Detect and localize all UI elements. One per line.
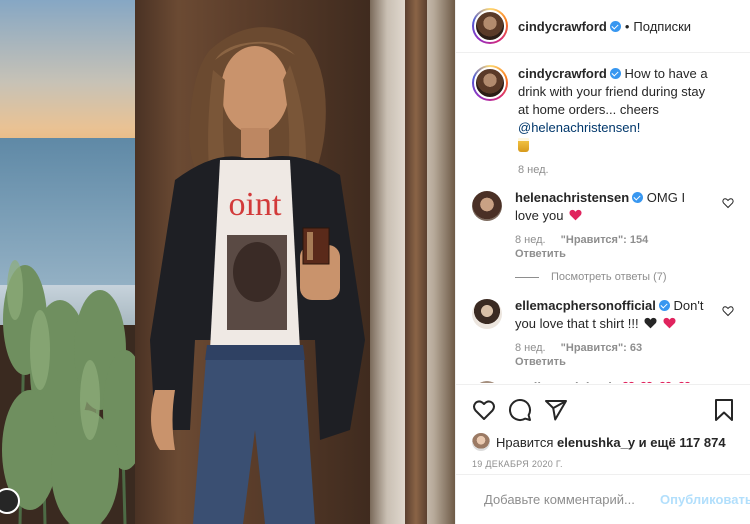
- share-icon[interactable]: [544, 398, 568, 422]
- liker-username[interactable]: elenushka_y: [557, 435, 635, 450]
- commenter-avatar[interactable]: [472, 381, 502, 383]
- svg-text:oint: oint: [229, 186, 282, 223]
- following-button[interactable]: Подписки: [633, 19, 691, 34]
- commenter-avatar[interactable]: [472, 299, 502, 329]
- comment-username[interactable]: ellemacphersonofficial: [515, 298, 656, 313]
- comment: melissaodabash: [472, 379, 734, 383]
- likes-line: Нравится elenushka_y и ещё 117 874: [472, 433, 736, 451]
- post-modal: oint cindycrawford • Подписки cindycrawf…: [0, 0, 750, 524]
- comment: helenachristensen OMG I love you 8 нед. …: [472, 189, 734, 261]
- post-photo[interactable]: oint: [0, 0, 455, 524]
- caption: cindycrawford How to have a drink with y…: [472, 65, 734, 177]
- caption-body: cindycrawford How to have a drink with y…: [518, 65, 734, 177]
- red-heart-emoji-icon: [678, 381, 690, 383]
- comment-body: helenachristensen OMG I love you 8 нед. …: [515, 189, 734, 261]
- beer-emoji-icon: [518, 138, 529, 152]
- post-side-panel: cindycrawford • Подписки cindycrawford H…: [455, 0, 750, 524]
- comment-time[interactable]: 8 нед.: [515, 234, 546, 246]
- comment-body: melissaodabash: [515, 379, 734, 383]
- reply-button[interactable]: Ответить: [515, 248, 566, 260]
- red-heart-emoji-icon: [622, 381, 634, 383]
- comment-body: ellemacphersonofficial Don't you love th…: [515, 297, 734, 369]
- red-heart-emoji-icon: [660, 381, 671, 383]
- comment-meta: 8 нед. "Нравится": 154 Ответить: [515, 233, 712, 261]
- view-replies-line: [515, 276, 539, 278]
- person-figure: oint: [150, 27, 365, 524]
- comments-list[interactable]: cindycrawford How to have a drink with y…: [456, 53, 750, 383]
- post-actions: Нравится elenushka_y и ещё 117 874 19 де…: [456, 384, 750, 469]
- author-username[interactable]: cindycrawford: [518, 19, 607, 34]
- comment-username[interactable]: melissaodabash: [515, 380, 616, 383]
- verified-icon: [632, 192, 644, 203]
- liker-avatar[interactable]: [472, 433, 490, 451]
- separator-dot: •: [624, 18, 630, 34]
- comment: ellemacphersonofficial Don't you love th…: [472, 297, 734, 369]
- publish-button[interactable]: Опубликовать: [660, 492, 750, 507]
- caption-username[interactable]: cindycrawford: [518, 66, 607, 81]
- comment-meta: 8 нед. "Нравится": 63 Ответить: [515, 341, 712, 369]
- comment-likes[interactable]: "Нравится": 154: [561, 234, 649, 246]
- add-comment-bar: Опубликовать: [456, 474, 750, 524]
- post-date[interactable]: 19 декабря 2020 г.: [472, 459, 736, 469]
- add-comment-input[interactable]: [484, 492, 660, 507]
- caption-time[interactable]: 8 нед.: [518, 164, 549, 176]
- likes-prefix: Нравится: [496, 434, 554, 450]
- author-avatar[interactable]: [472, 8, 508, 44]
- red-heart-emoji-icon: [569, 209, 582, 221]
- verified-icon: [609, 20, 621, 32]
- red-heart-emoji-icon: [663, 317, 676, 329]
- bookmark-icon[interactable]: [712, 398, 736, 422]
- door-frame: [405, 0, 427, 524]
- caption-meta: 8 нед.: [518, 163, 712, 177]
- heart-icon[interactable]: [472, 398, 496, 422]
- verified-icon: [658, 300, 670, 311]
- caption-mention[interactable]: @helenachristensen!: [518, 120, 640, 135]
- black-heart-emoji-icon: [644, 317, 657, 329]
- caption-avatar[interactable]: [472, 65, 508, 101]
- view-replies[interactable]: Посмотреть ответы (7): [515, 271, 734, 283]
- comment-icon[interactable]: [508, 398, 532, 422]
- like-comment-heart-icon[interactable]: [722, 305, 734, 317]
- reply-button[interactable]: Ответить: [515, 356, 566, 368]
- comment-username[interactable]: helenachristensen: [515, 190, 629, 205]
- red-heart-emoji-icon: [641, 381, 653, 383]
- view-replies-label[interactable]: Посмотреть ответы (7): [551, 271, 667, 283]
- likes-count[interactable]: и ещё 117 874: [639, 435, 726, 450]
- comment-time[interactable]: 8 нед.: [515, 342, 546, 354]
- like-comment-heart-icon[interactable]: [722, 197, 734, 209]
- post-header: cindycrawford • Подписки: [456, 0, 750, 53]
- commenter-avatar[interactable]: [472, 191, 502, 221]
- action-icons: [472, 395, 736, 425]
- comment-likes[interactable]: "Нравится": 63: [561, 342, 642, 354]
- verified-icon: [609, 68, 621, 79]
